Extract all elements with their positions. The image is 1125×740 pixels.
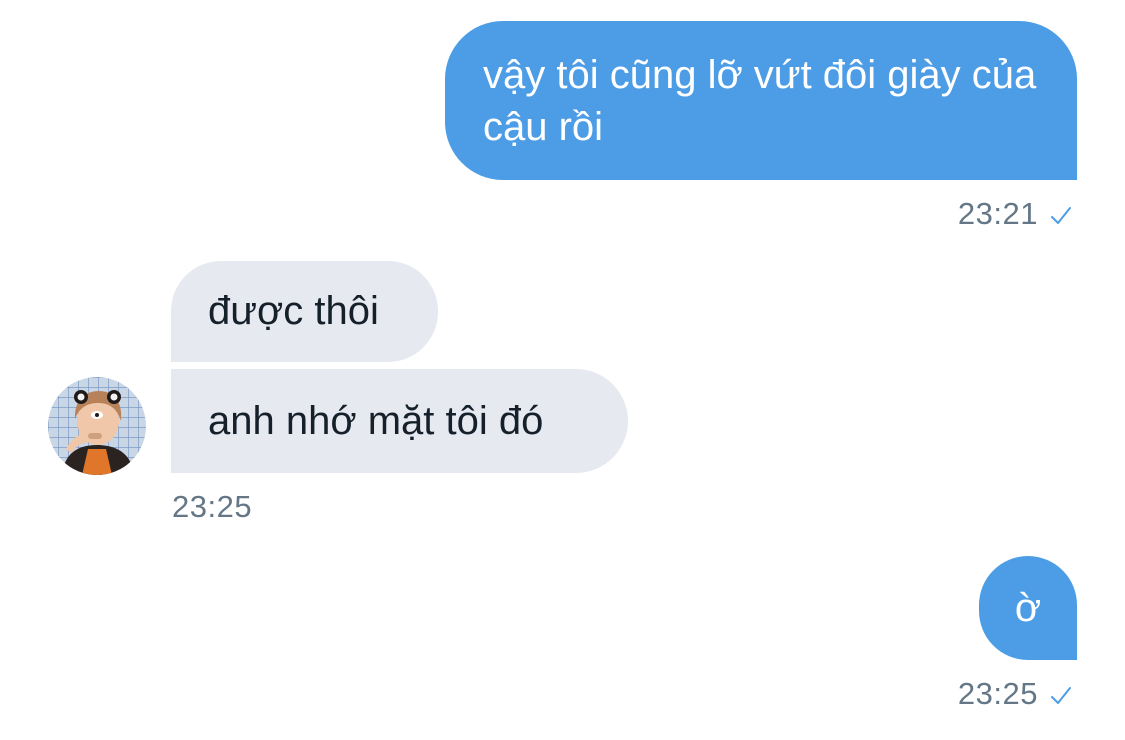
message-timestamp: 23:25 [172, 489, 252, 525]
avatar[interactable] [48, 377, 146, 475]
timestamp-text: 23:21 [957, 196, 1038, 231]
checkmark-icon [1051, 686, 1071, 704]
timestamp-text: 23:25 [957, 676, 1038, 711]
profile-avatar-image [48, 377, 146, 475]
message-text: được thôi [208, 289, 379, 333]
message-text: vậy tôi cũng lỡ vứt đôi giày của cậu rồi [483, 53, 1037, 149]
outgoing-message-bubble[interactable]: ờ [979, 556, 1077, 660]
message-text: ờ [1014, 586, 1042, 630]
outgoing-message-bubble[interactable]: vậy tôi cũng lỡ vứt đôi giày của cậu rồi [445, 21, 1077, 180]
incoming-message-bubble[interactable]: anh nhớ mặt tôi đó [171, 369, 628, 473]
timestamp-text: 23:25 [172, 489, 253, 524]
message-timestamp: 23:21 [958, 196, 1072, 232]
checkmark-icon [1051, 206, 1071, 224]
incoming-message-bubble[interactable]: được thôi [171, 261, 438, 362]
message-timestamp: 23:25 [958, 676, 1072, 712]
message-text: anh nhớ mặt tôi đó [208, 399, 544, 443]
